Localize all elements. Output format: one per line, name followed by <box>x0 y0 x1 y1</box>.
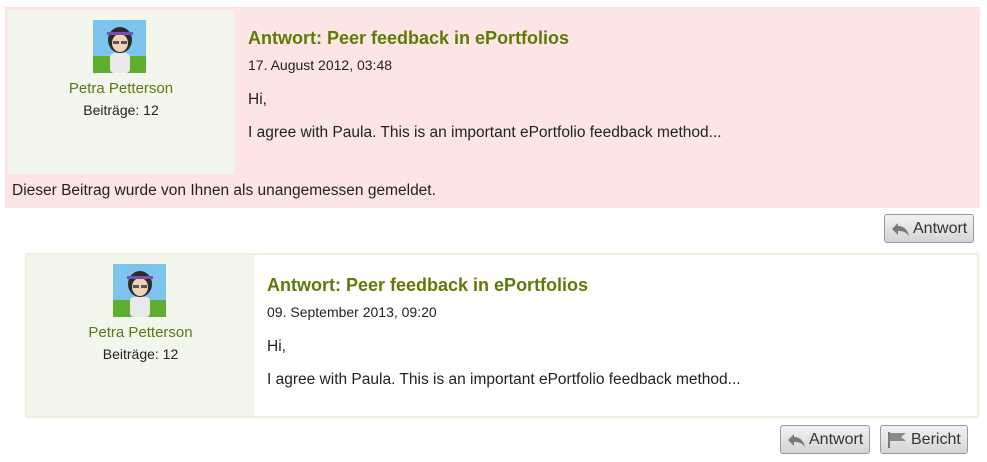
reply-button[interactable]: Antwort <box>780 425 871 454</box>
post-body: I agree with Paula. This is an important… <box>267 371 741 388</box>
posts-count: Beiträge: 12 <box>102 346 179 362</box>
author-name[interactable]: Petra Petterson <box>27 324 254 341</box>
post-greeting: Hi, <box>267 338 286 355</box>
post-date: 09. September 2013, 09:20 <box>267 304 437 320</box>
post-body: I agree with Paula. This is an important… <box>248 124 722 141</box>
author-panel: Petra Petterson Beiträge: 12 <box>27 255 254 416</box>
forum-post-flagged: Petra Petterson Beiträge: 12 Antwort: Pe… <box>5 7 980 208</box>
post-date: 17. August 2012, 03:48 <box>248 57 393 73</box>
report-label: Bericht <box>911 430 961 448</box>
avatar[interactable] <box>113 264 166 317</box>
post-subject: Antwort: Peer feedback in ePortfolios <box>248 28 570 48</box>
flag-icon <box>888 431 906 448</box>
reply-button[interactable]: Antwort <box>884 214 975 243</box>
post-greeting: Hi, <box>248 91 267 108</box>
report-button[interactable]: Bericht <box>880 425 968 454</box>
reply-arrow-icon <box>788 433 805 447</box>
reply-arrow-icon <box>892 222 909 236</box>
flagged-notice: Dieser Beitrag wurde von Ihnen als unang… <box>12 182 436 199</box>
author-panel: Petra Petterson Beiträge: 12 <box>8 10 234 174</box>
forum-post: Petra Petterson Beiträge: 12 Antwort: Pe… <box>25 253 979 418</box>
avatar[interactable] <box>93 20 146 73</box>
posts-count: Beiträge: 12 <box>83 102 159 118</box>
reply-label: Antwort <box>809 430 864 448</box>
post-subject: Antwort: Peer feedback in ePortfolios <box>267 275 589 295</box>
reply-label: Antwort <box>913 219 968 237</box>
author-name[interactable]: Petra Petterson <box>8 80 234 97</box>
